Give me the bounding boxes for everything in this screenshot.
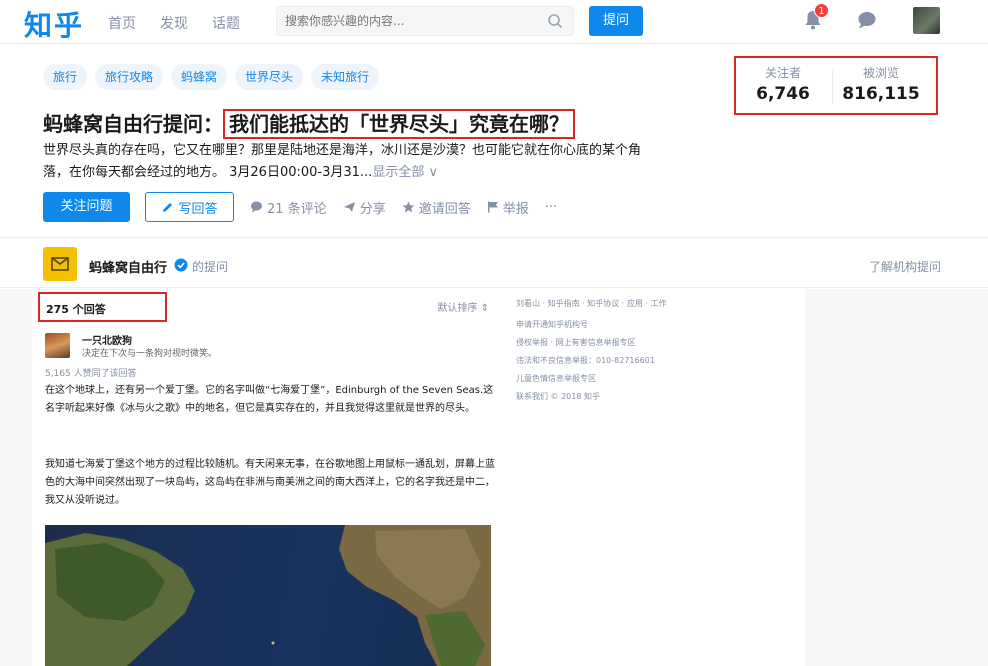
share-icon [343, 202, 355, 212]
follow-question-button[interactable]: 关注问题 [43, 192, 130, 222]
search-input[interactable] [285, 12, 535, 30]
comments-label: 21 条评论 [267, 201, 327, 217]
ask-question-button[interactable]: 提问 [589, 6, 643, 36]
org-bar: 蚂蜂窝自由行 的提问 了解机构提问 [0, 238, 988, 288]
answer-count: 275 个回答 [38, 292, 167, 322]
main-nav: 首页 发现 话题 [108, 13, 240, 33]
author-name[interactable]: 一只北欧狗 [82, 332, 132, 347]
answer-map-image[interactable] [45, 525, 491, 666]
chat-bubble-icon[interactable] [857, 11, 877, 29]
more-actions-button[interactable]: ··· [545, 200, 557, 215]
footer-link-child-safety[interactable]: 儿童色情信息举报专区 [516, 373, 596, 384]
content-area: 275 个回答 默认排序 ⇕ 一只北欧狗 决定在下次与一条狗对视时微笑。 5,1… [0, 289, 988, 666]
views-stat: 被浏览 816,115 [834, 64, 928, 104]
satellite-map-graphic [45, 525, 491, 666]
question-title-prefix: 蚂蜂窝自由行提问： [43, 112, 223, 136]
answer-paragraph: 在这个地球上，还有另一个爱丁堡。它的名字叫做“七海爱丁堡”，Edinburgh … [45, 385, 494, 414]
report-button[interactable]: 举报 [487, 198, 529, 217]
share-button[interactable]: 分享 [343, 198, 386, 217]
views-label: 被浏览 [862, 66, 899, 80]
question-actions: 关注问题 写回答 21 条评论 分享 邀请回答 举报 ··· [43, 192, 557, 222]
footer-report-phone: 违法和不良信息举报：010-82716601 [516, 356, 655, 365]
topic-tag[interactable]: 蚂蜂窝 [171, 64, 228, 90]
sidebar-footer: 刘看山 · 知乎指南 · 知乎协议 · 应用 · 工作 申请开通知乎机构号 侵权… [505, 289, 805, 666]
question-header: 旅行 旅行攻略 蚂蜂窝 世界尽头 未知旅行 蚂蜂窝自由行提问： 我们能抵达的「世界… [0, 44, 988, 238]
followers-count: 6,746 [756, 84, 810, 104]
invite-label: 邀请回答 [418, 201, 471, 217]
envelope-icon [51, 257, 69, 271]
topic-tag[interactable]: 世界尽头 [235, 64, 304, 90]
flag-icon [487, 201, 498, 213]
sort-dropdown[interactable]: 默认排序 ⇕ [437, 299, 489, 314]
stats-divider [832, 70, 833, 104]
author-bio: 决定在下次与一条狗对视时微笑。 [82, 349, 218, 359]
org-name[interactable]: 蚂蜂窝自由行 [89, 257, 167, 276]
top-nav-bar: 知乎 首页 发现 话题 提问 1 [0, 0, 988, 44]
star-icon [402, 201, 415, 213]
report-label: 举报 [502, 201, 529, 217]
search-icon[interactable] [547, 13, 563, 29]
vote-count: 5,165 人赞同了该回答 [45, 369, 137, 379]
question-description: 世界尽头真的存在吗，它又在哪里？那里是陆地还是海洋，冰川还是沙漠？也可能它就在你… [43, 140, 663, 184]
nav-item-discover[interactable]: 发现 [160, 13, 188, 33]
user-avatar[interactable] [913, 7, 940, 34]
followers-label: 关注者 [764, 66, 801, 80]
zhihu-logo[interactable]: 知乎 [24, 4, 84, 44]
topic-tag[interactable]: 旅行攻略 [95, 64, 164, 90]
learn-org-question-link[interactable]: 了解机构提问 [869, 258, 941, 275]
answer-paragraph: 我知道七海爱丁堡这个地方的过程比较随机。有天闲来无事，在谷歌地图上用鼠标一通乱划… [45, 459, 495, 506]
followers-stat[interactable]: 关注者 6,746 [736, 64, 830, 104]
nav-item-topics[interactable]: 话题 [212, 13, 240, 33]
write-answer-label: 写回答 [178, 201, 218, 217]
write-answer-button[interactable]: 写回答 [145, 192, 234, 222]
question-title-highlight: 我们能抵达的「世界尽头」究竟在哪？ [223, 109, 575, 139]
invite-answer-button[interactable]: 邀请回答 [402, 198, 471, 217]
topic-tags: 旅行 旅行攻略 蚂蜂窝 世界尽头 未知旅行 [43, 64, 380, 90]
pencil-icon [163, 202, 173, 212]
comments-button[interactable]: 21 条评论 [250, 198, 327, 217]
org-suffix: 的提问 [192, 260, 229, 274]
answer-list: 275 个回答 默认排序 ⇕ 一只北欧狗 决定在下次与一条狗对视时微笑。 5,1… [32, 289, 505, 666]
question-stats: 关注者 6,746 被浏览 816,115 [734, 56, 938, 115]
show-all-link[interactable]: 显示全部 ∨ [372, 165, 438, 180]
footer-copyright: 联系我们 © 2018 知乎 [516, 392, 600, 401]
footer-link-report[interactable]: 侵权举报 · 网上有害信息举报专区 [516, 337, 636, 348]
views-count: 816,115 [842, 84, 920, 104]
org-logo[interactable] [43, 247, 77, 281]
topic-tag[interactable]: 旅行 [43, 64, 88, 90]
verified-badge-icon [174, 258, 188, 272]
question-title: 蚂蜂窝自由行提问： 我们能抵达的「世界尽头」究竟在哪？ [43, 108, 575, 139]
nav-item-home[interactable]: 首页 [108, 13, 136, 33]
author-avatar[interactable] [45, 333, 70, 358]
question-description-text: 世界尽头真的存在吗，它又在哪里？那里是陆地还是海洋，冰川还是沙漠？也可能它就在你… [43, 143, 642, 180]
footer-links[interactable]: 刘看山 · 知乎指南 · 知乎协议 · 应用 · 工作 [516, 298, 667, 309]
notification-badge: 1 [814, 3, 829, 18]
comment-icon [251, 201, 262, 213]
footer-link-org-account[interactable]: 申请开通知乎机构号 [516, 319, 588, 330]
search-box [276, 6, 574, 36]
share-label: 分享 [359, 201, 386, 217]
topic-tag[interactable]: 未知旅行 [311, 64, 380, 90]
